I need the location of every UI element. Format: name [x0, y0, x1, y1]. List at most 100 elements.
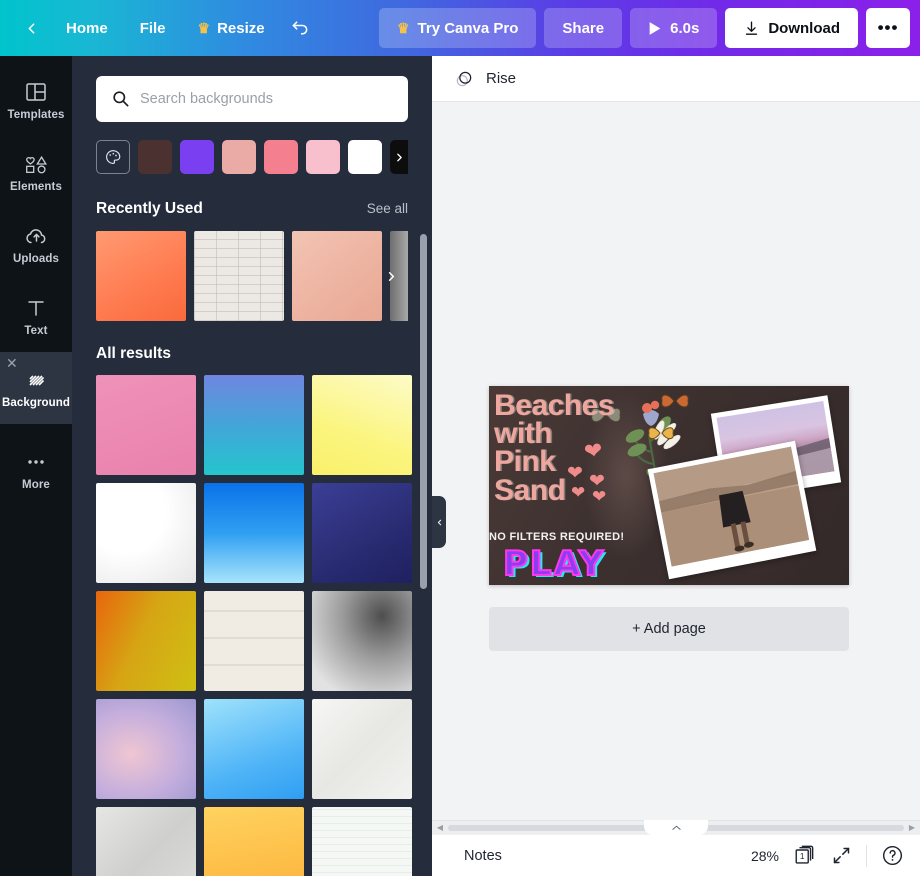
- recent-thumb-pink-paper-texture[interactable]: [292, 231, 382, 321]
- top-toolbar: Home File ♛ Resize ♛ Try Canva Pro Share…: [0, 0, 920, 56]
- background-thumb-orange-yellow-brushed[interactable]: [96, 591, 196, 691]
- status-bar: Notes 28% 1: [432, 834, 920, 876]
- swatch-light-pink[interactable]: [306, 140, 340, 174]
- canvas-horizontal-scrollbar[interactable]: ◀ ▶: [432, 820, 920, 834]
- palette-icon: [104, 148, 122, 166]
- background-thumb-blue-sky-gradient[interactable]: [204, 483, 304, 583]
- panel-content: Recently Used See all All results: [72, 56, 432, 876]
- swatch-coral-pink[interactable]: [264, 140, 298, 174]
- design-subtitle: NO FILTERS REQUIRED!: [489, 531, 624, 543]
- templates-grid-icon: [24, 80, 48, 104]
- butterfly-graphic: [659, 390, 691, 412]
- add-page-button[interactable]: + Add page: [489, 607, 849, 651]
- swatch-scroll-right-button[interactable]: [376, 140, 408, 174]
- design-play-text: PLAY: [503, 544, 605, 584]
- panel-collapse-handle[interactable]: [432, 496, 446, 548]
- sidebar-item-background[interactable]: ✕ Background: [0, 352, 72, 424]
- all-results-title: All results: [96, 345, 408, 363]
- swatch-violet[interactable]: [180, 140, 214, 174]
- home-label: Home: [66, 20, 108, 37]
- close-x-icon[interactable]: ✕: [6, 356, 18, 370]
- bottom-panel-collapse-button[interactable]: [644, 820, 708, 835]
- chevron-left-icon: [23, 20, 40, 37]
- sidebar-item-text[interactable]: Text: [0, 280, 72, 352]
- sidebar-label-elements: Elements: [10, 181, 62, 193]
- see-all-link[interactable]: See all: [367, 201, 408, 216]
- help-button[interactable]: [881, 844, 904, 867]
- sidebar-label-background: Background: [2, 397, 70, 409]
- chevron-up-icon: [671, 824, 682, 832]
- background-thumb-white-wood-planks[interactable]: [204, 591, 304, 691]
- background-thumb-grey-marble[interactable]: [312, 591, 412, 691]
- try-pro-label: Try Canva Pro: [418, 20, 519, 37]
- file-menu-button[interactable]: File: [124, 12, 182, 45]
- hatch-pattern-icon: [24, 368, 48, 392]
- fullscreen-button[interactable]: [831, 845, 852, 866]
- status-bar-right: 28% 1: [751, 844, 904, 868]
- download-label: Download: [768, 20, 840, 37]
- sidebar-label-more: More: [22, 479, 50, 491]
- resize-button[interactable]: ♛ Resize: [182, 12, 281, 45]
- more-options-button[interactable]: •••: [866, 8, 910, 48]
- background-thumb-white-grid-paper[interactable]: [312, 807, 412, 876]
- background-thumb-navy-dark-blue[interactable]: [312, 483, 412, 583]
- design-page-1[interactable]: Beaches with Pink Sand ❤ ❤ ❤ ❤ ❤: [489, 386, 849, 585]
- page-manager-button[interactable]: 1: [793, 844, 817, 868]
- color-swatch-row: [96, 140, 408, 174]
- swatch-dark-brown[interactable]: [138, 140, 172, 174]
- ellipsis-icon: •••: [878, 23, 899, 33]
- pages-stack-icon: 1: [793, 844, 817, 868]
- background-thumb-pink-purple-clouds[interactable]: [96, 699, 196, 799]
- butterfly-graphic: [646, 422, 676, 444]
- ellipsis-icon: [24, 450, 48, 474]
- background-thumb-blue-teal-gradient[interactable]: [204, 375, 304, 475]
- background-thumb-grey-crumpled-paper[interactable]: [96, 807, 196, 876]
- recently-used-row: [96, 231, 408, 321]
- search-input[interactable]: [96, 76, 408, 122]
- back-button[interactable]: [12, 9, 50, 47]
- share-label: Share: [562, 20, 604, 37]
- shapes-icon: [23, 152, 49, 176]
- recently-used-header: Recently Used See all: [96, 200, 408, 218]
- sidebar-item-elements[interactable]: Elements: [0, 136, 72, 208]
- try-canva-pro-button[interactable]: ♛ Try Canva Pro: [379, 8, 536, 48]
- notes-button[interactable]: Notes: [456, 842, 510, 870]
- sidebar-item-templates[interactable]: Templates: [0, 64, 72, 136]
- play-triangle-icon: [648, 21, 662, 36]
- editor-body: Templates Elements Uploads Text: [0, 56, 920, 876]
- notes-label: Notes: [464, 848, 502, 864]
- background-thumb-white-crumpled-paper[interactable]: [312, 699, 412, 799]
- recent-thumb-white-brick-wall[interactable]: [194, 231, 284, 321]
- heart-icon: ❤: [583, 439, 608, 462]
- zoom-level[interactable]: 28%: [751, 848, 779, 864]
- play-preview-button[interactable]: 6.0s: [630, 8, 717, 48]
- background-thumb-pink-fabric[interactable]: [96, 375, 196, 475]
- text-t-icon: [24, 296, 48, 320]
- crown-icon: ♛: [397, 21, 410, 35]
- download-button[interactable]: Download: [725, 8, 858, 48]
- status-divider: [866, 845, 867, 867]
- chevron-right-icon: [384, 268, 399, 285]
- recent-thumb-orange-gradient[interactable]: [96, 231, 186, 321]
- hscroll-right-arrow[interactable]: ▶: [904, 823, 920, 832]
- recently-used-title: Recently Used: [96, 200, 203, 218]
- left-rail: Templates Elements Uploads Text: [0, 56, 72, 876]
- color-picker-swatch[interactable]: [96, 140, 130, 174]
- svg-text:1: 1: [800, 851, 805, 861]
- sidebar-item-uploads[interactable]: Uploads: [0, 208, 72, 280]
- top-toolbar-left: Home File ♛ Resize: [12, 9, 319, 47]
- background-thumb-yellow-orange-gradient[interactable]: [204, 807, 304, 876]
- recently-used-scroll-right-button[interactable]: [374, 231, 408, 321]
- canva-editor-window: Home File ♛ Resize ♛ Try Canva Pro Share…: [0, 0, 920, 876]
- cloud-upload-icon: [24, 224, 49, 248]
- panel-scrollbar[interactable]: [420, 234, 427, 589]
- share-button[interactable]: Share: [544, 8, 622, 48]
- background-thumb-light-blue-gradient[interactable]: [204, 699, 304, 799]
- swatch-dusty-rose[interactable]: [222, 140, 256, 174]
- hscroll-left-arrow[interactable]: ◀: [432, 823, 448, 832]
- background-thumb-white-marble[interactable]: [96, 483, 196, 583]
- sidebar-item-more[interactable]: More: [0, 434, 72, 506]
- home-button[interactable]: Home: [50, 12, 124, 45]
- undo-button[interactable]: [281, 9, 319, 47]
- background-thumb-pale-yellow[interactable]: [312, 375, 412, 475]
